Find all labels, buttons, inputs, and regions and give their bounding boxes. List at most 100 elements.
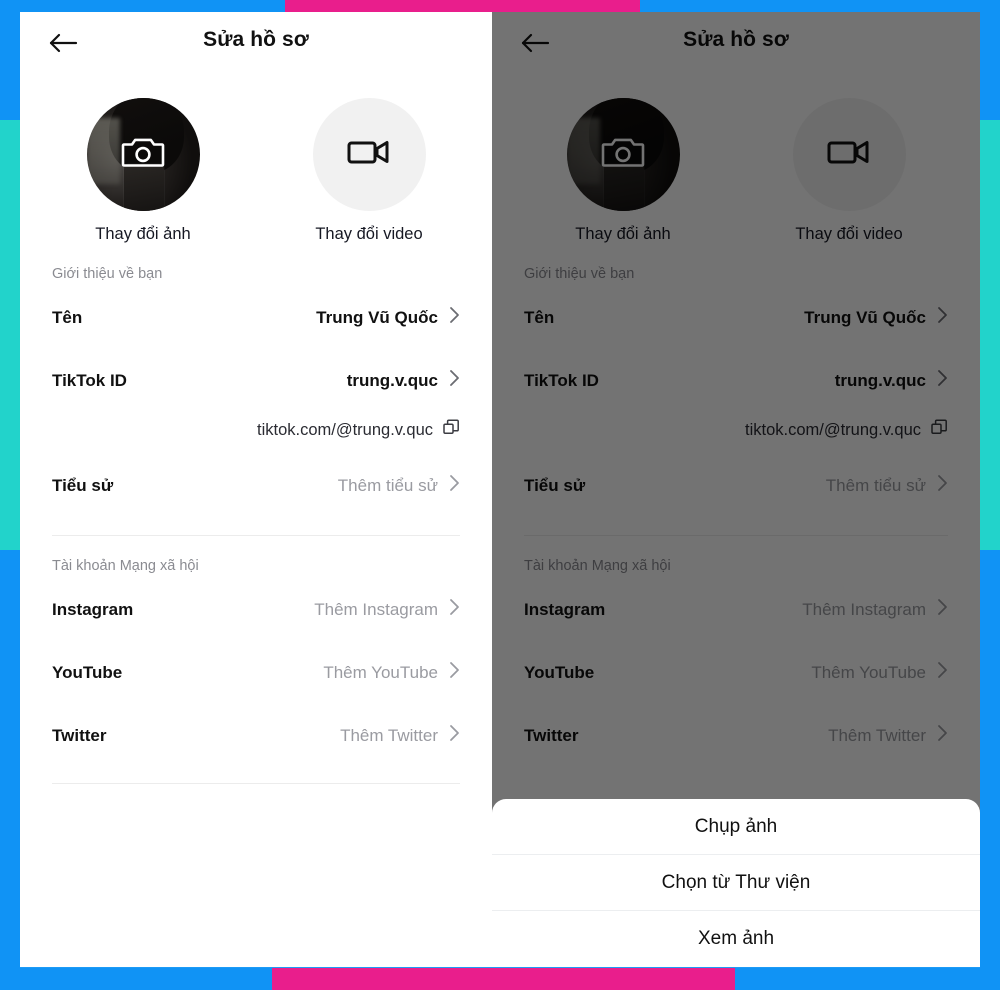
row-twitter-value: Thêm Twitter — [340, 725, 438, 745]
row-tiktok-id-value: trung.v.quc — [346, 370, 438, 390]
avatar[interactable] — [86, 98, 200, 211]
action-view-photo[interactable]: Xem ảnh — [492, 911, 980, 967]
media-row: Thay đổi ảnh Thay đổi video — [20, 98, 492, 244]
change-photo-label: Thay đổi ảnh — [575, 225, 671, 243]
row-instagram[interactable]: Instagram Thêm Instagram — [52, 578, 460, 641]
row-youtube-value: Thêm YouTube — [811, 662, 926, 682]
row-twitter-label: Twitter — [524, 725, 579, 745]
edit-profile-screen-dimmed: Sửa hồ sơ Thay đổi ảnh Thay đổi video Gi… — [492, 12, 980, 967]
frame-band-right-blue-bottom — [980, 550, 1000, 968]
bottom-divider — [52, 783, 460, 784]
row-youtube-right: Thêm YouTube — [811, 661, 948, 684]
edit-profile-screen: Sửa hồ sơ Thay đổi ảnh Thay đổi video Gi… — [20, 12, 492, 967]
row-name-right: Trung Vũ Quốc — [804, 306, 948, 329]
row-instagram-label: Instagram — [52, 599, 134, 619]
row-twitter[interactable]: Twitter Thêm Twitter — [524, 704, 948, 767]
row-youtube[interactable]: YouTube Thêm YouTube — [52, 641, 460, 704]
chevron-right-icon — [449, 369, 460, 392]
video-placeholder[interactable] — [312, 98, 426, 211]
change-photo-cell[interactable]: Thay đổi ảnh — [73, 98, 213, 244]
frame-band-left-blue-top — [0, 14, 20, 120]
profile-url-text: tiktok.com/@trung.v.quc — [744, 420, 921, 439]
avatar-backdrop — [566, 118, 601, 184]
frame-band-right-teal — [980, 120, 1000, 550]
row-name[interactable]: Tên Trung Vũ Quốc — [524, 286, 948, 349]
row-tiktok-id-label: TikTok ID — [524, 370, 599, 390]
decorative-frame: Sửa hồ sơ Thay đổi ảnh Thay đổi video Gi… — [0, 0, 1000, 990]
row-name-value: Trung Vũ Quốc — [316, 307, 438, 327]
profile-url-text: tiktok.com/@trung.v.quc — [256, 420, 433, 439]
row-instagram-label: Instagram — [524, 599, 606, 619]
row-name-right: Trung Vũ Quốc — [316, 306, 460, 329]
chevron-right-icon — [937, 306, 948, 329]
chevron-right-icon — [449, 474, 460, 497]
media-row: Thay đổi ảnh Thay đổi video — [492, 98, 980, 244]
change-video-label: Thay đổi video — [795, 225, 903, 243]
row-bio[interactable]: Tiểu sử Thêm tiểu sử — [52, 454, 460, 517]
action-choose-from-library[interactable]: Chọn từ Thư viện — [492, 855, 980, 911]
frame-band-right-blue-top — [980, 14, 1000, 120]
copy-icon[interactable] — [443, 419, 460, 441]
phone-screen-right: Sửa hồ sơ Thay đổi ảnh Thay đổi video Gi… — [492, 12, 980, 967]
avatar[interactable] — [566, 98, 680, 211]
row-tiktok-id-label: TikTok ID — [52, 370, 127, 390]
row-bio-right: Thêm tiểu sử — [338, 474, 460, 497]
frame-band-bottom-blue-left — [0, 968, 272, 990]
row-bio-label: Tiểu sử — [524, 475, 586, 495]
copy-icon[interactable] — [931, 419, 948, 441]
about-section-title: Giới thiệu về bạn — [524, 266, 635, 282]
row-twitter-value: Thêm Twitter — [828, 725, 926, 745]
about-section-title: Giới thiệu về bạn — [52, 266, 163, 282]
row-twitter-right: Thêm Twitter — [828, 724, 948, 747]
row-name[interactable]: Tên Trung Vũ Quốc — [52, 286, 460, 349]
chevron-right-icon — [449, 661, 460, 684]
frame-band-left-teal — [0, 120, 20, 550]
chevron-right-icon — [449, 724, 460, 747]
row-instagram-right: Thêm Instagram — [314, 598, 460, 621]
frame-band-bottom-blue-right — [735, 968, 1000, 990]
chevron-right-icon — [937, 661, 948, 684]
row-youtube[interactable]: YouTube Thêm YouTube — [524, 641, 948, 704]
chevron-right-icon — [937, 724, 948, 747]
row-tiktok-id-value: trung.v.quc — [834, 370, 926, 390]
row-instagram-value: Thêm Instagram — [314, 599, 438, 619]
row-twitter-right: Thêm Twitter — [340, 724, 460, 747]
settings-list: Giới thiệu về bạn Tên Trung Vũ Quốc TikT… — [492, 266, 980, 767]
row-name-label: Tên — [52, 307, 83, 327]
video-placeholder[interactable] — [792, 98, 906, 211]
change-video-cell[interactable]: Thay đổi video — [299, 98, 439, 244]
profile-url-row[interactable]: tiktok.com/@trung.v.quc — [524, 406, 948, 454]
row-instagram[interactable]: Instagram Thêm Instagram — [524, 578, 948, 641]
profile-url-row[interactable]: tiktok.com/@trung.v.quc — [52, 406, 460, 454]
change-video-cell[interactable]: Thay đổi video — [779, 98, 919, 244]
chevron-right-icon — [937, 369, 948, 392]
change-photo-cell[interactable]: Thay đổi ảnh — [553, 98, 693, 244]
video-camera-icon — [827, 137, 871, 172]
row-tiktok-id-right: trung.v.quc — [347, 369, 460, 392]
camera-icon — [601, 134, 645, 175]
row-bio-right: Thêm tiểu sử — [826, 474, 948, 497]
row-bio[interactable]: Tiểu sử Thêm tiểu sử — [524, 454, 948, 517]
chevron-right-icon — [449, 598, 460, 621]
row-tiktok-id[interactable]: TikTok ID trung.v.quc — [52, 349, 460, 412]
frame-band-left-blue-bottom — [0, 550, 20, 968]
section-divider — [52, 535, 460, 536]
action-take-photo[interactable]: Chụp ảnh — [492, 799, 980, 855]
chevron-right-icon — [937, 474, 948, 497]
row-name-label: Tên — [524, 307, 555, 327]
row-twitter-label: Twitter — [52, 725, 107, 745]
screen-header: Sửa hồ sơ — [20, 12, 492, 72]
settings-list: Giới thiệu về bạn Tên Trung Vũ Quốc TikT… — [20, 266, 492, 784]
photo-action-sheet: Chụp ảnh Chọn từ Thư viện Xem ảnh — [492, 799, 980, 967]
video-camera-icon — [347, 137, 391, 172]
row-twitter[interactable]: Twitter Thêm Twitter — [52, 704, 460, 767]
social-section-title: Tài khoản Mạng xã hội — [52, 558, 199, 574]
row-tiktok-id[interactable]: TikTok ID trung.v.quc — [524, 349, 948, 412]
row-instagram-right: Thêm Instagram — [802, 598, 948, 621]
camera-icon — [121, 134, 165, 175]
page-title: Sửa hồ sơ — [203, 28, 309, 51]
frame-band-bottom-pink — [272, 968, 735, 990]
change-video-label: Thay đổi video — [315, 225, 423, 243]
chevron-right-icon — [449, 306, 460, 329]
row-youtube-right: Thêm YouTube — [323, 661, 460, 684]
